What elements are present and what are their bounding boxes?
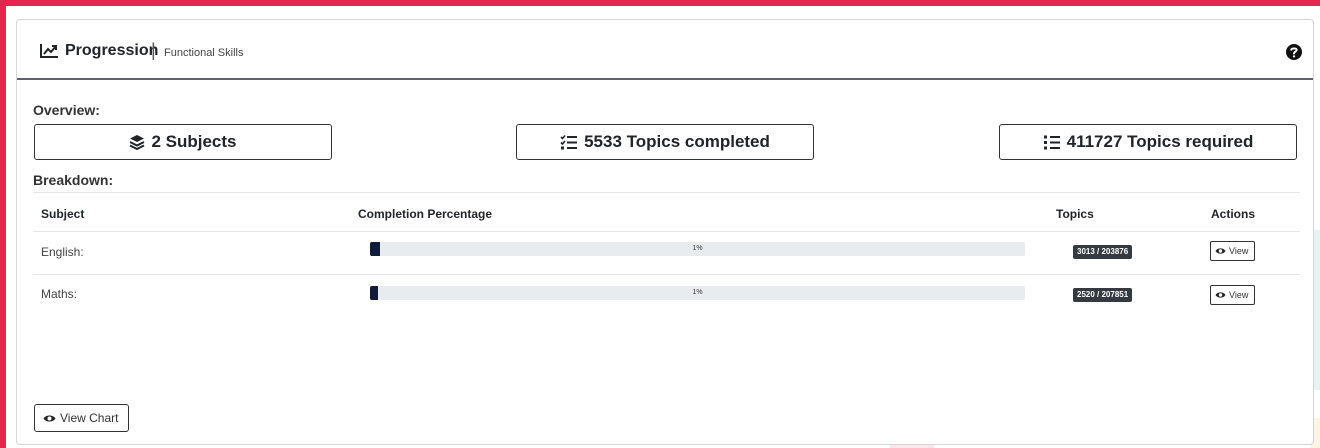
column-header-topics: Topics [1056, 207, 1094, 221]
progress-label: 1% [692, 289, 703, 296]
progress-bar-maths: 1% [370, 286, 1025, 300]
view-button-label: View [1229, 246, 1249, 256]
view-chart-label: View Chart [60, 411, 119, 425]
topics-completed: 5533 Topics completed [584, 132, 770, 151]
view-button-label: View [1229, 290, 1249, 300]
table-divider [33, 192, 1300, 193]
card-header: Progression | Functional Skills [17, 20, 1313, 80]
table-divider [33, 231, 1300, 232]
row-subject-english: English: [41, 245, 84, 259]
column-header-subject: Subject [41, 207, 85, 221]
list-check-icon [560, 134, 578, 150]
page-title: Progression [65, 42, 159, 59]
progress-bar-english: 1% [370, 242, 1025, 256]
topics-required-box: 411727 Topics required [999, 124, 1297, 160]
eye-icon [1215, 248, 1226, 254]
topics-badge: 2520 / 207851 [1073, 288, 1133, 302]
overview-label: Overview: [33, 102, 100, 118]
chart-line-icon [40, 44, 58, 58]
table-row-divider [33, 274, 1300, 275]
view-chart-button[interactable]: View Chart [34, 404, 130, 432]
column-header-actions: Actions [1211, 207, 1256, 221]
topics-required: 411727 Topics required [1066, 132, 1254, 151]
topics-badge: 3013 / 203876 [1073, 245, 1133, 259]
topics-completed-box: 5533 Topics completed [516, 124, 814, 160]
title-separator: | [151, 40, 156, 60]
list-icon [1043, 135, 1060, 150]
view-maths-button[interactable]: View [1210, 285, 1256, 305]
layer-group-icon [130, 135, 145, 150]
row-subject-maths: Maths: [41, 287, 78, 301]
page-subtitle: Functional Skills [164, 47, 244, 59]
question-circle-icon[interactable] [1285, 43, 1303, 61]
breakdown-label: Breakdown: [33, 172, 114, 188]
view-english-button[interactable]: View [1210, 241, 1256, 261]
progression-card: Progression | Functional Skills Overview… [16, 19, 1314, 445]
column-header-completion: Completion Percentage [358, 207, 493, 221]
subjects-count-box: 2 Subjects [34, 124, 332, 160]
progress-label: 1% [692, 245, 703, 252]
subjects-count: 2 Subjects [151, 132, 237, 151]
eye-icon [43, 415, 56, 421]
eye-icon [1215, 292, 1226, 298]
